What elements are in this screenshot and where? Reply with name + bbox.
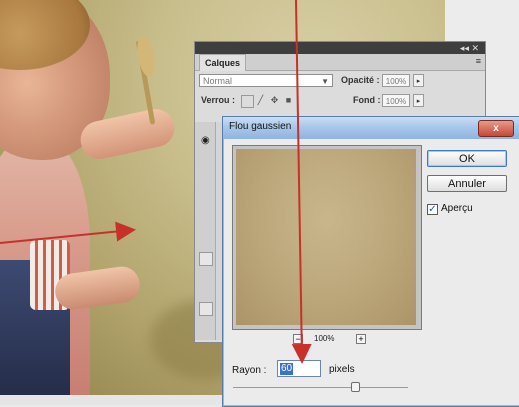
radius-slider-track[interactable]: [233, 387, 408, 388]
preview-checkbox-label: Aperçu: [441, 203, 473, 214]
blend-row: Normal ▼ Opacité : 100% ▸: [195, 71, 485, 91]
zoom-level: 100%: [314, 334, 335, 343]
dialog-title: Flou gaussien: [229, 121, 292, 132]
gaussian-blur-dialog: Flou gaussien x − 100% + OK Annuler ✓ Ap…: [222, 116, 519, 407]
lock-transparent-icon[interactable]: [241, 95, 254, 108]
tab-layers[interactable]: Calques: [199, 54, 247, 71]
preview-frame: [232, 145, 422, 330]
opacity-arrow-button[interactable]: ▸: [413, 74, 424, 87]
blur-preview[interactable]: [236, 149, 416, 325]
opacity-input[interactable]: 100%: [382, 74, 410, 87]
layer-thumbnail[interactable]: [199, 302, 213, 316]
panel-menu-icon[interactable]: ≡: [476, 56, 481, 66]
brush-icon[interactable]: ╱: [255, 95, 266, 106]
lock-label: Verrou :: [201, 95, 236, 105]
zoom-in-button[interactable]: +: [356, 334, 366, 344]
opacity-label: Opacité :: [341, 75, 380, 85]
radius-unit-label: pixels: [329, 364, 355, 375]
blend-mode-select[interactable]: Normal ▼: [199, 74, 333, 87]
eye-icon[interactable]: ◉: [201, 135, 210, 146]
ok-button[interactable]: OK: [427, 150, 507, 167]
radius-input[interactable]: 60: [277, 360, 321, 377]
radius-slider-thumb[interactable]: [351, 382, 360, 392]
radius-label: Rayon :: [232, 365, 267, 376]
fill-input[interactable]: 100%: [382, 94, 410, 107]
fill-label: Fond :: [353, 95, 381, 105]
layer-thumbnail[interactable]: [199, 252, 213, 266]
close-button[interactable]: x: [478, 120, 514, 137]
lock-row: Verrou : ╱ ✥ ■ Fond : 100% ▸: [195, 91, 485, 111]
wheat-head: [134, 33, 158, 79]
zoom-out-button[interactable]: −: [293, 334, 303, 344]
cancel-button[interactable]: Annuler: [427, 175, 507, 192]
chevron-down-icon: ▼: [321, 77, 329, 86]
panel-tabs: Calques ≡: [195, 54, 485, 71]
padlock-icon[interactable]: ■: [283, 95, 294, 106]
radius-value: 60: [280, 363, 294, 375]
dialog-titlebar[interactable]: Flou gaussien x: [223, 117, 519, 139]
blend-mode-value: Normal: [203, 76, 233, 86]
fill-arrow-button[interactable]: ▸: [413, 94, 424, 107]
move-icon[interactable]: ✥: [269, 95, 280, 106]
panel-topbar[interactable]: ◂◂ ✕: [195, 42, 485, 54]
preview-checkbox[interactable]: ✓: [427, 204, 438, 215]
